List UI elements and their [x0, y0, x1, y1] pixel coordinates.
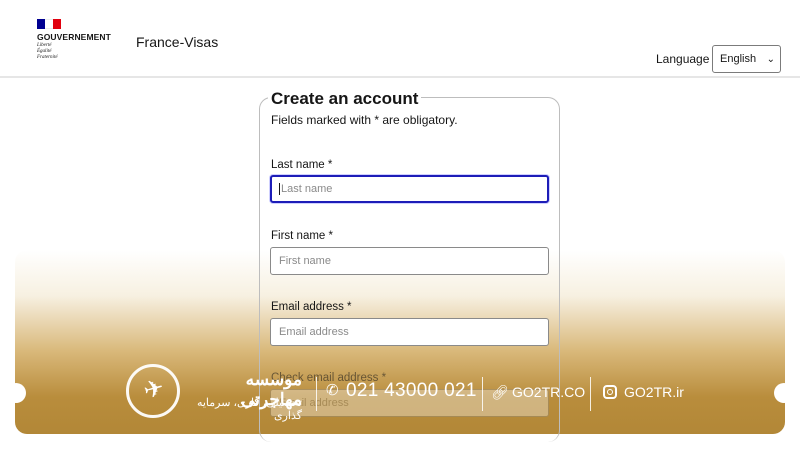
banner-notch-right: [774, 383, 794, 403]
language-selected-value: English: [720, 53, 757, 65]
first-name-label: First name *: [271, 230, 333, 242]
form-title: Create an account: [268, 89, 422, 109]
header-divider: [0, 76, 800, 78]
text-caret: [279, 183, 280, 196]
email-label: Email address *: [271, 301, 352, 313]
banner-notch-left: [6, 383, 26, 403]
last-name-placeholder: Last name: [281, 183, 333, 195]
email-input[interactable]: Email address: [270, 318, 549, 346]
phone-icon: ✆: [326, 382, 339, 399]
first-name-placeholder: First name: [279, 255, 331, 267]
last-name-label: Last name *: [271, 159, 333, 171]
site-header: GOUVERNEMENT Liberté Égalité Fraternité …: [0, 0, 800, 78]
government-logo[interactable]: GOUVERNEMENT Liberté Égalité Fraternité: [37, 19, 117, 64]
required-fields-note: Fields marked with * are obligatory.: [271, 113, 458, 127]
language-select[interactable]: English ⌄: [712, 45, 781, 73]
banner-divider: [590, 377, 591, 411]
chevron-down-icon: ⌄: [766, 54, 775, 65]
banner-divider: [316, 377, 317, 411]
email-placeholder: Email address: [279, 326, 349, 338]
instagram-handle: GO2TR.ir: [624, 384, 684, 400]
banner-divider: [482, 377, 483, 411]
republic-motto: Liberté Égalité Fraternité: [37, 43, 58, 60]
gov-title: GOUVERNEMENT: [37, 32, 111, 42]
first-name-input[interactable]: First name: [270, 247, 549, 275]
agency-tagline: تحصیلی، کاری، سرمایه گذاری: [196, 397, 302, 422]
website-text: GO2TR.CO: [512, 384, 586, 400]
french-flag-icon: [37, 19, 61, 29]
site-name-link[interactable]: France-Visas: [136, 34, 218, 50]
link-icon: 🔗︎: [491, 384, 509, 400]
language-label: Language :: [656, 52, 717, 66]
phone-number: 021 43000 021: [346, 380, 477, 401]
last-name-input[interactable]: Last name: [270, 175, 549, 203]
instagram-icon: [603, 385, 617, 399]
